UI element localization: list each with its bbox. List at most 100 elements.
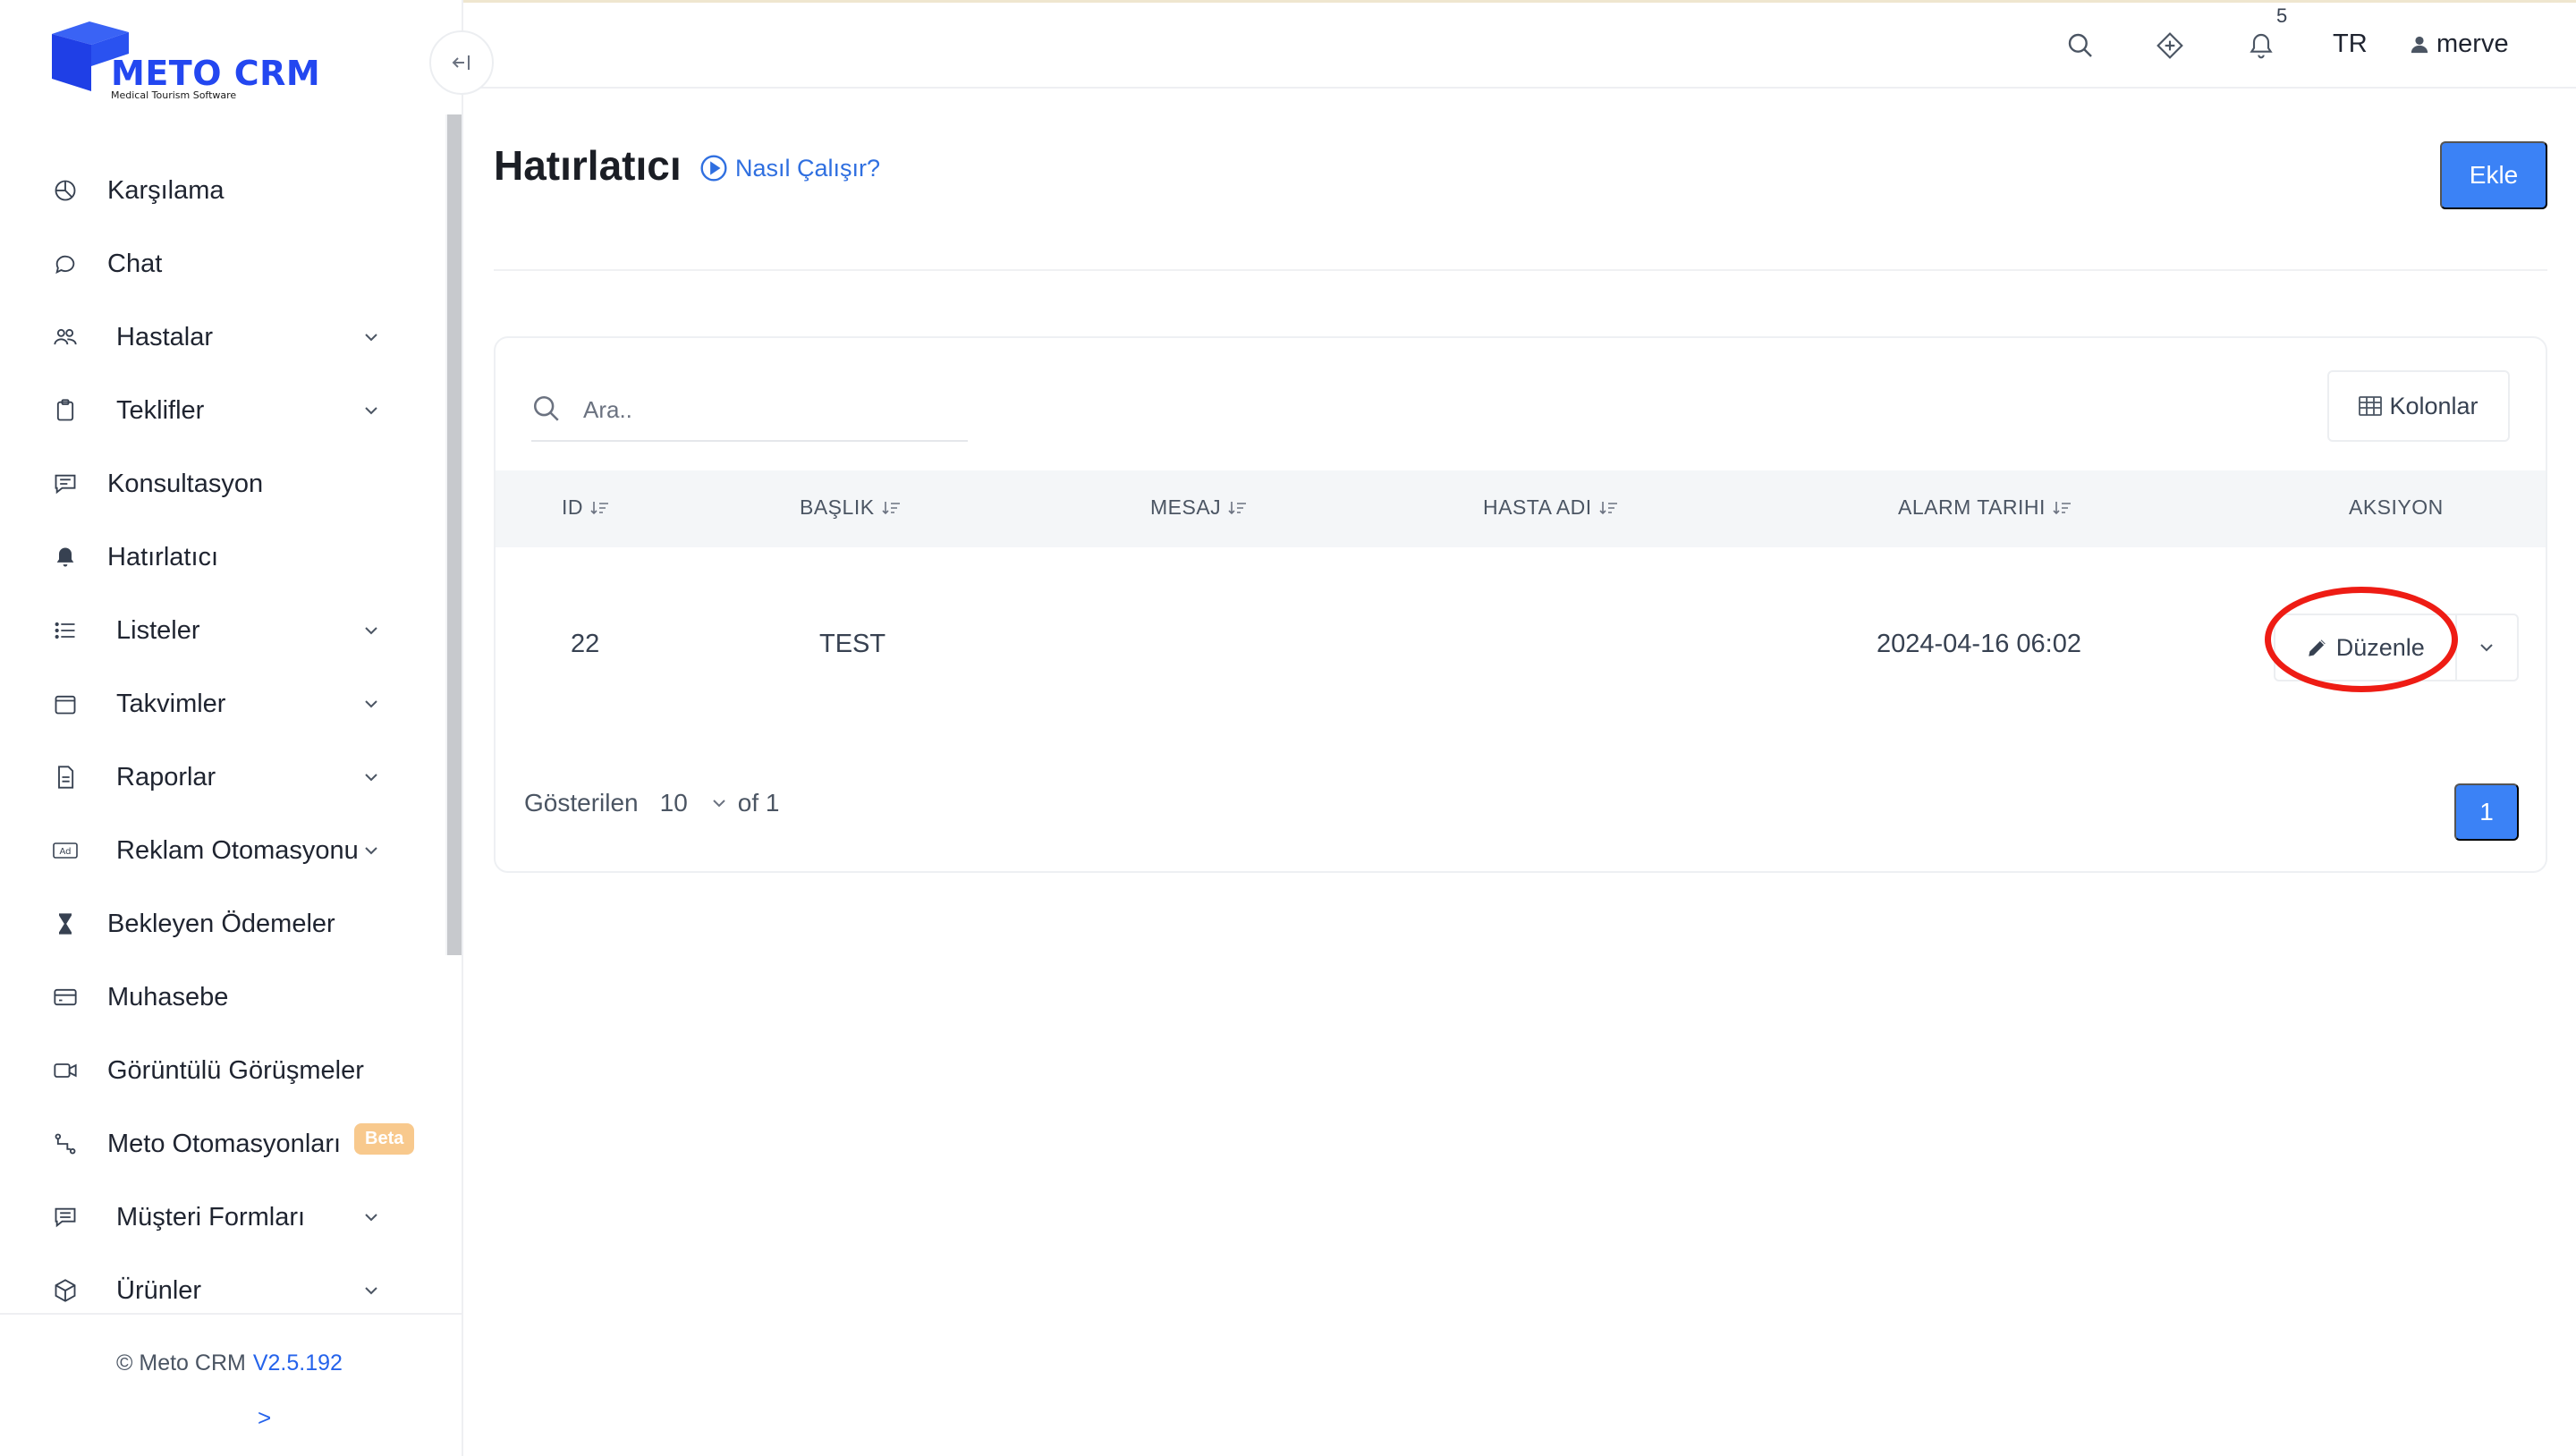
page-title: Hatırlatıcı <box>494 142 682 189</box>
version-link[interactable]: V2.5.192 <box>253 1350 343 1376</box>
sidebar-item-teklifler[interactable]: Teklifler <box>0 374 438 447</box>
sidebar-item-raporlar[interactable]: Raporlar <box>0 741 438 814</box>
sidebar-item-label: Listeler <box>116 615 200 645</box>
logo-text: METO CRM <box>111 54 321 93</box>
sidebar-item-label: Meto Otomasyonları <box>107 1129 342 1158</box>
sidebar-item-takvimler[interactable]: Takvimler <box>0 667 438 741</box>
table-row: 22 TEST 2024-04-16 06:02 Düzenle <box>496 547 2546 758</box>
video-icon <box>52 1057 79 1084</box>
sidebar-item-label: Hatırlatıcı <box>107 542 219 571</box>
sidebar-item-bekleyen-odemeler[interactable]: Bekleyen Ödemeler <box>0 887 438 961</box>
row-actions-dropdown[interactable] <box>2457 615 2518 680</box>
sidebar-item-musteri-formlari[interactable]: Müşteri Formları <box>0 1181 438 1254</box>
sidebar-item-label: Takvimler <box>116 689 226 718</box>
edit-button[interactable]: Düzenle <box>2275 615 2457 680</box>
sidebar-item-label: Muhasebe <box>107 982 229 1012</box>
expand-sidebar-button[interactable]: > <box>258 1404 271 1432</box>
sidebar-item-listeler[interactable]: Listeler <box>0 594 438 667</box>
report-icon <box>52 764 79 791</box>
sidebar-scrollbar[interactable] <box>447 114 462 955</box>
column-header-patient-name[interactable]: HASTA ADI <box>1483 495 1619 520</box>
calendar-icon <box>52 690 79 717</box>
message-icon <box>52 470 79 497</box>
sidebar-item-reklam-otomasyonu[interactable]: Ad Reklam Otomasyonu <box>0 814 438 887</box>
search-icon <box>533 395 559 421</box>
sidebar: METO CRM Medical Tourism Software Karşıl… <box>0 0 463 1456</box>
chevron-down-icon <box>361 841 381 860</box>
copyright: © Meto CRM V2.5.192 <box>116 1350 343 1376</box>
chevron-down-icon <box>361 401 381 420</box>
sidebar-item-muhasebe[interactable]: Muhasebe <box>0 961 438 1034</box>
copyright-text: © Meto CRM <box>116 1350 246 1376</box>
table-header: ID BAŞLIK MESAJ HASTA ADI ALARM TARIHI A… <box>496 470 2546 547</box>
sidebar-item-label: Müşteri Formları <box>116 1202 306 1232</box>
sidebar-item-label: Konsultasyon <box>107 469 264 498</box>
column-header-id[interactable]: ID <box>562 495 610 520</box>
sidebar-item-label: Görüntülü Görüşmeler <box>107 1055 364 1085</box>
search-icon[interactable] <box>2064 30 2097 62</box>
chat-icon <box>52 250 79 277</box>
automation-icon <box>52 1130 79 1157</box>
top-header: 5 TR merve <box>463 3 2576 89</box>
chevron-down-icon <box>361 621 381 640</box>
shortcut-icon[interactable] <box>2154 30 2186 62</box>
collapse-left-icon <box>452 55 470 70</box>
ad-icon: Ad <box>52 837 79 864</box>
total-pages-label: of 1 <box>737 789 780 817</box>
beta-badge: Beta <box>354 1123 415 1155</box>
sort-icon <box>1228 501 1247 514</box>
sidebar-item-karsilama[interactable]: Karşılama <box>0 154 438 227</box>
logo[interactable]: METO CRM Medical Tourism Software <box>48 18 335 107</box>
cell-title: TEST <box>819 630 886 658</box>
search-input[interactable] <box>583 390 959 429</box>
sidebar-item-label: Raporlar <box>116 762 216 791</box>
pencil-icon <box>2308 639 2326 656</box>
add-button[interactable]: Ekle <box>2440 141 2547 209</box>
sidebar-item-hatirlatici[interactable]: Hatırlatıcı <box>0 521 438 594</box>
chevron-down-icon <box>361 767 381 787</box>
user-menu[interactable]: merve <box>2410 30 2509 59</box>
sidebar-item-chat[interactable]: Chat <box>0 227 438 301</box>
language-switcher[interactable]: TR <box>2333 30 2368 59</box>
column-header-message[interactable]: MESAJ <box>1150 495 1248 520</box>
hourglass-icon <box>52 910 79 937</box>
search-box[interactable] <box>531 385 968 442</box>
sort-icon <box>881 501 900 514</box>
sidebar-item-konsultasyon[interactable]: Konsultasyon <box>0 447 438 521</box>
chevron-down-icon <box>361 1207 381 1227</box>
column-header-action: AKSIYON <box>2349 495 2444 519</box>
sort-icon <box>2053 501 2071 514</box>
chevron-down-icon <box>361 694 381 714</box>
column-header-title[interactable]: BAŞLIK <box>800 495 902 520</box>
list-icon <box>52 617 79 644</box>
pagination-info: Gösterilen 10 of 1 <box>524 789 779 817</box>
row-action-group: Düzenle <box>2274 614 2519 681</box>
page-button-1[interactable]: 1 <box>2454 783 2519 841</box>
chevron-down-icon <box>361 327 381 347</box>
edit-button-label: Düzenle <box>2335 633 2425 661</box>
cell-alarm-date: 2024-04-16 06:02 <box>1877 630 2081 658</box>
how-it-works-link[interactable]: Nasıl Çalışır? <box>699 154 880 182</box>
user-icon <box>2411 36 2428 53</box>
how-it-works-label: Nasıl Çalışır? <box>735 154 881 182</box>
sidebar-item-meto-otomasyonlari[interactable]: Meto Otomasyonları Beta <box>0 1107 438 1181</box>
column-header-alarm-date[interactable]: ALARM TARIHI <box>1898 495 2072 520</box>
sidebar-item-label: Ürünler <box>116 1275 202 1305</box>
sidebar-item-label: Hastalar <box>116 322 213 351</box>
page-size-select[interactable]: 10 <box>660 789 688 817</box>
chevron-down-icon[interactable] <box>711 794 729 812</box>
sidebar-item-goruntulu-gorusmeler[interactable]: Görüntülü Görüşmeler <box>0 1034 438 1107</box>
sort-icon <box>1599 501 1617 514</box>
chevron-down-icon <box>361 1281 381 1300</box>
columns-button[interactable]: Kolonlar <box>2327 370 2510 442</box>
sidebar-item-hastalar[interactable]: Hastalar <box>0 301 438 374</box>
bell-icon <box>52 544 79 571</box>
notification-count: 5 <box>2276 4 2288 27</box>
notification-bell-icon[interactable] <box>2245 30 2277 62</box>
sort-icon <box>590 501 608 514</box>
sidebar-item-label: Karşılama <box>107 175 225 205</box>
clipboard-icon <box>52 397 79 424</box>
collapse-sidebar-button[interactable] <box>429 30 494 95</box>
sidebar-item-label: Reklam Otomasyonu <box>116 835 359 865</box>
credit-card-icon <box>52 984 79 1011</box>
